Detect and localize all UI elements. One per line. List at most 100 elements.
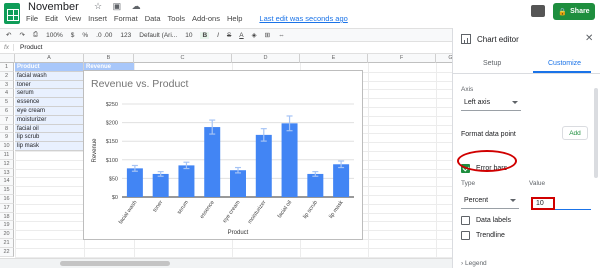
currency-button[interactable]: $: [71, 32, 75, 39]
column-header-g[interactable]: G: [436, 54, 452, 63]
corner-cell[interactable]: [0, 54, 15, 63]
bold-button[interactable]: B: [200, 31, 210, 39]
data-labels-row[interactable]: Data labels: [461, 216, 511, 225]
row-header[interactable]: 21: [0, 239, 14, 248]
row-header[interactable]: 12: [0, 159, 14, 169]
table-cell-product[interactable]: lip mask: [15, 142, 84, 151]
chart-svg: $0 $50 $100 $150 $200 $250 facial wash toner ser…: [92, 102, 354, 236]
x-tick-label: toner: [152, 200, 164, 214]
add-button[interactable]: Add: [562, 126, 588, 140]
number-format-select[interactable]: 123: [120, 32, 131, 39]
undo-icon[interactable]: ↶: [6, 31, 11, 39]
menu-insert[interactable]: Insert: [88, 14, 107, 23]
x-axis-title: Product: [228, 230, 249, 236]
chevron-down-icon: [510, 199, 516, 202]
row-header[interactable]: 7: [0, 115, 14, 125]
last-edit-link[interactable]: Last edit was seconds ago: [259, 14, 347, 23]
trendline-row[interactable]: Trendline: [461, 231, 505, 240]
chart[interactable]: Revenue vs. Product $0 $50 $100 $150 $200 $25…: [83, 70, 363, 240]
row-header[interactable]: 19: [0, 221, 14, 231]
row-header[interactable]: 15: [0, 186, 14, 195]
close-icon[interactable]: ✕: [585, 33, 593, 44]
table-cell-product[interactable]: toner: [15, 80, 84, 90]
table-cell-product[interactable]: facial wash: [15, 71, 84, 81]
format-data-point-title: Format data point: [461, 131, 516, 138]
fill-color-icon[interactable]: ◈: [252, 31, 257, 39]
menu-view[interactable]: View: [65, 14, 81, 23]
row-header[interactable]: 5: [0, 98, 14, 107]
row-header[interactable]: 10: [0, 142, 14, 151]
horizontal-scrollbar[interactable]: [0, 258, 452, 268]
column-header-e[interactable]: E: [300, 54, 368, 63]
redo-icon[interactable]: ↷: [19, 31, 24, 39]
merge-icon[interactable]: ⇔: [278, 32, 285, 39]
menu-help[interactable]: Help: [227, 14, 242, 23]
row-header[interactable]: 8: [0, 124, 14, 134]
panel-scrollbar[interactable]: [594, 88, 598, 178]
menu-data[interactable]: Data: [145, 14, 161, 23]
font-select[interactable]: Default (Ari...: [139, 32, 177, 39]
column-header-d[interactable]: D: [232, 54, 300, 63]
row-header[interactable]: 11: [0, 151, 14, 160]
comments-icon[interactable]: [531, 5, 545, 17]
row-header[interactable]: 17: [0, 203, 14, 213]
chevron-down-icon: [512, 101, 518, 104]
row-header[interactable]: 2: [0, 71, 14, 81]
percent-button[interactable]: %: [82, 32, 88, 39]
row-header[interactable]: 9: [0, 133, 14, 143]
sheets-logo-icon[interactable]: [4, 3, 20, 24]
row-header[interactable]: 18: [0, 212, 14, 222]
column-header-a[interactable]: A: [15, 54, 84, 63]
menu-tools[interactable]: Tools: [168, 14, 186, 23]
axis-select[interactable]: Left axis: [461, 95, 521, 111]
column-header-f[interactable]: F: [368, 54, 436, 63]
header-cell-product[interactable]: Product: [15, 63, 84, 72]
error-value-input[interactable]: 10: [531, 197, 555, 210]
zoom-select[interactable]: 100%: [46, 32, 63, 39]
row-header[interactable]: 14: [0, 177, 14, 187]
scrollbar-thumb[interactable]: [60, 261, 170, 266]
table-cell-product[interactable]: eye cream: [15, 107, 84, 116]
axis-label: Axis: [461, 86, 474, 93]
error-type-select[interactable]: Percent: [461, 193, 519, 209]
table-cell-product[interactable]: moisturizer: [15, 115, 84, 125]
column-header-b[interactable]: B: [84, 54, 134, 63]
menu-edit[interactable]: Edit: [45, 14, 58, 23]
legend-section[interactable]: › Legend: [461, 260, 487, 267]
fx-icon: fx: [0, 44, 14, 51]
share-button[interactable]: 🔒 Share: [553, 3, 595, 20]
row-header[interactable]: 3: [0, 80, 14, 90]
print-icon[interactable]: ⎙: [33, 31, 38, 39]
font-size-select[interactable]: 10: [185, 32, 192, 39]
data-labels-checkbox[interactable]: [461, 216, 470, 225]
column-header-c[interactable]: C: [134, 54, 232, 63]
decimal-buttons[interactable]: .0 .00: [96, 32, 112, 39]
formula-input[interactable]: Product: [14, 44, 42, 51]
trendline-checkbox[interactable]: [461, 231, 470, 240]
y-tick-label: $150: [106, 139, 118, 145]
table-cell-product[interactable]: essence: [15, 98, 84, 107]
row-header[interactable]: 13: [0, 168, 14, 178]
text-color-button[interactable]: A: [239, 32, 243, 39]
menu-format[interactable]: Format: [114, 14, 138, 23]
italic-button[interactable]: I: [217, 32, 219, 39]
row-header[interactable]: 1: [0, 63, 14, 72]
star-move-icons[interactable]: ☆ ▣ ☁: [94, 1, 145, 12]
axis-select-value: Left axis: [464, 99, 491, 106]
menu-file[interactable]: File: [26, 14, 38, 23]
row-header[interactable]: 6: [0, 107, 14, 116]
tab-customize[interactable]: Customize: [548, 60, 581, 67]
row-header[interactable]: 4: [0, 89, 14, 99]
row-header[interactable]: 20: [0, 230, 14, 239]
table-cell-product[interactable]: facial oil: [15, 124, 84, 134]
table-cell-product[interactable]: serum: [15, 89, 84, 99]
row-header[interactable]: 22: [0, 247, 14, 257]
menu-addons[interactable]: Add-ons: [192, 14, 220, 23]
borders-icon[interactable]: ⊞: [265, 31, 270, 39]
table-cell-product[interactable]: lip scrub: [15, 133, 84, 143]
tab-setup[interactable]: Setup: [483, 60, 501, 67]
document-title[interactable]: November: [28, 1, 79, 13]
row-header[interactable]: 16: [0, 195, 14, 204]
strikethrough-button[interactable]: S: [227, 32, 231, 39]
y-tick-label: $250: [106, 102, 118, 108]
